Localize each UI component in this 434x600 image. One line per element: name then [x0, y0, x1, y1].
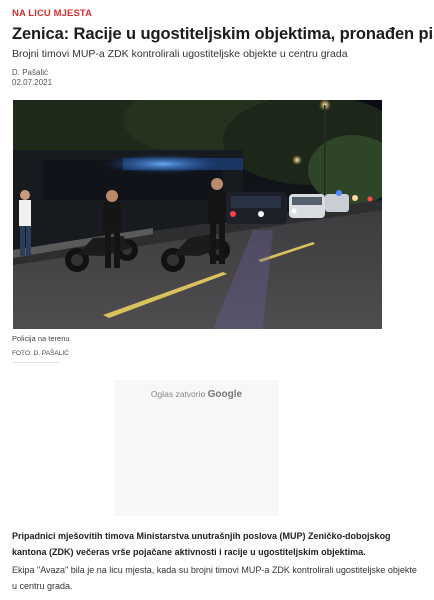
article-title: Zenica: Racije u ugostiteljskim objektim… — [12, 25, 434, 43]
article-subtitle: Brojni timovi MUP-a ZDK kontrolirali ugo… — [12, 48, 348, 60]
author-name[interactable]: D. Pašalić — [12, 68, 48, 77]
category-label[interactable]: NA LICU MJESTA — [12, 8, 92, 19]
publish-date: 02.07.2021 — [12, 78, 53, 87]
ad-placeholder: Oglas zatvorio Google — [114, 380, 279, 516]
night-police-scene-image — [13, 100, 382, 329]
google-logo[interactable]: Google — [208, 389, 242, 400]
divider — [12, 362, 60, 363]
ad-closed-notice: Oglas zatvorio Google — [114, 389, 279, 400]
photo-caption: Policija na terenu — [12, 334, 70, 343]
article-paragraph: Ekipa "Avaza" bila je na licu mjesta, ka… — [12, 565, 417, 591]
article-photo[interactable] — [13, 100, 382, 329]
photo-credit: FOTO: D. PAŠALIĆ — [12, 350, 69, 357]
ad-closed-label: Oglas zatvorio — [150, 389, 206, 399]
article-paragraph-lead: Pripadnici mješovitih timova Ministarstv… — [12, 531, 391, 557]
